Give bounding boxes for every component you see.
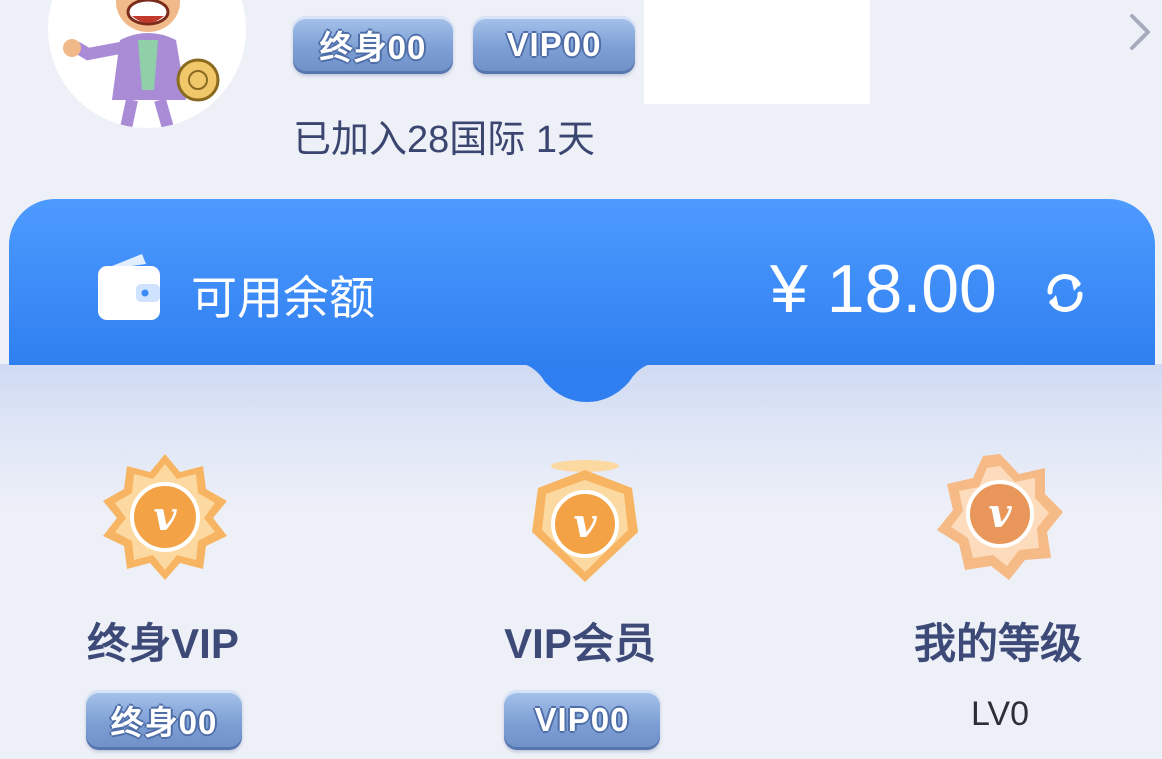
vip-level-badge: VIP00	[504, 690, 660, 750]
cartoon-avatar-image	[48, 0, 246, 128]
lifetime-badge: 终身00	[293, 16, 453, 74]
balance-label: 可用余额	[191, 272, 375, 324]
lifetime-vip-title[interactable]: 终身VIP	[43, 610, 283, 671]
vip-member-medal-icon[interactable]: v	[520, 456, 650, 586]
redacted-area	[644, 0, 870, 104]
my-level-medal-icon[interactable]: v	[935, 452, 1065, 582]
chevron-right-icon[interactable]	[1124, 12, 1162, 52]
refresh-icon[interactable]	[1040, 270, 1090, 316]
svg-text:v: v	[573, 500, 597, 547]
svg-text:v: v	[153, 493, 177, 540]
vip-badge: VIP00	[473, 16, 635, 74]
level-value: LV0	[971, 695, 1029, 733]
avatar[interactable]	[48, 0, 246, 128]
my-level-title[interactable]: 我的等级	[878, 610, 1118, 671]
vip-member-title[interactable]: VIP会员	[460, 610, 700, 671]
lifetime-level-badge: 终身00	[86, 690, 242, 750]
svg-text:v: v	[988, 490, 1012, 537]
wallet-icon	[98, 254, 160, 320]
card-notch	[511, 362, 663, 402]
member-profile-page: 终身00 VIP00 已加入28国际 1天 可用余额 ¥ 18.00 v 终身V…	[0, 0, 1162, 759]
lifetime-vip-medal-icon[interactable]: v	[100, 452, 230, 582]
joined-duration-text: 已加入28国际 1天	[293, 119, 595, 161]
balance-amount: ¥ 18.00	[770, 251, 997, 327]
